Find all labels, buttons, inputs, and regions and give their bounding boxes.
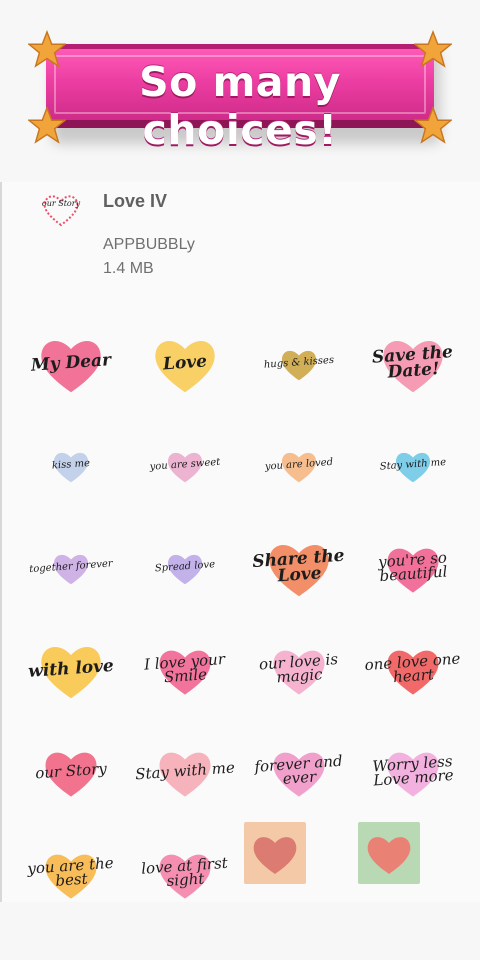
heart-icon xyxy=(155,340,215,393)
heart-icon xyxy=(167,452,203,482)
sticker-item[interactable]: forever and ever xyxy=(244,720,354,822)
sticker-item[interactable]: Stay with me xyxy=(130,720,240,822)
heart-icon xyxy=(45,854,97,899)
heart-icon xyxy=(395,452,431,482)
heart-icon xyxy=(53,452,89,482)
star-icon xyxy=(414,106,452,144)
heart-icon xyxy=(281,350,317,380)
banner-title: So many choices! xyxy=(139,58,341,154)
pack-tray-icon[interactable]: our Story xyxy=(40,192,82,228)
pack-author: APPBUBBLy xyxy=(103,236,195,253)
sticker-item[interactable] xyxy=(358,822,420,884)
heart-icon xyxy=(167,554,203,584)
sticker-item[interactable]: love at first sight xyxy=(130,822,240,924)
sticker-item[interactable]: one love one heart xyxy=(358,618,468,720)
sticker-item[interactable]: Save the Date! xyxy=(358,312,468,414)
sticker-item[interactable]: I love your Smile xyxy=(130,618,240,720)
pack-icon-label: our Story xyxy=(41,199,81,208)
heart-icon xyxy=(53,554,89,584)
pack-title: Love IV xyxy=(103,191,168,211)
sticker-item[interactable]: Stay with me xyxy=(358,414,468,516)
heart-icon xyxy=(41,340,101,393)
sticker-tile xyxy=(358,822,420,884)
heart-icon xyxy=(387,548,439,593)
heart-icon xyxy=(387,752,439,797)
heart-icon xyxy=(383,340,443,393)
sticker-item[interactable]: together forever xyxy=(16,516,126,618)
sticker-item[interactable]: Love xyxy=(130,312,240,414)
sticker-item[interactable]: kiss me xyxy=(16,414,126,516)
sticker-tile xyxy=(244,822,306,884)
heart-icon xyxy=(273,650,325,695)
heart-icon xyxy=(45,752,97,797)
banner-ribbon: So many choices! xyxy=(46,44,434,154)
sticker-item[interactable]: Spread love xyxy=(130,516,240,618)
sticker-item[interactable]: you are sweet xyxy=(130,414,240,516)
sticker-item[interactable]: you are loved xyxy=(244,414,354,516)
star-icon xyxy=(414,30,452,68)
sticker-item[interactable]: you're so beautiful xyxy=(358,516,468,618)
sticker-item[interactable]: our Story xyxy=(16,720,126,822)
sticker-item[interactable]: hugs & kisses xyxy=(244,312,354,414)
heart-icon xyxy=(41,646,101,699)
heart-icon xyxy=(269,544,329,597)
sticker-item[interactable]: our love is magic xyxy=(244,618,354,720)
sticker-item[interactable]: My Dear xyxy=(16,312,126,414)
promo-banner: So many choices! xyxy=(0,0,480,180)
star-icon xyxy=(28,30,66,68)
heart-icon xyxy=(273,752,325,797)
heart-icon xyxy=(281,452,317,482)
sticker-grid: My Dear Love hugs & kisses Save the Date! ki… xyxy=(0,312,480,924)
sticker-item[interactable]: you are the best xyxy=(16,822,126,924)
sticker-item[interactable] xyxy=(244,822,306,884)
heart-icon xyxy=(387,650,439,695)
heart-icon xyxy=(159,854,211,899)
heart-icon xyxy=(159,650,211,695)
heart-icon xyxy=(159,752,211,797)
sticker-item[interactable]: with love xyxy=(16,618,126,720)
star-icon xyxy=(28,106,66,144)
sticker-item[interactable]: Worry less Love more xyxy=(358,720,468,822)
sticker-item[interactable]: Share the Love xyxy=(244,516,354,618)
pack-size: 1.4 MB xyxy=(103,260,154,277)
